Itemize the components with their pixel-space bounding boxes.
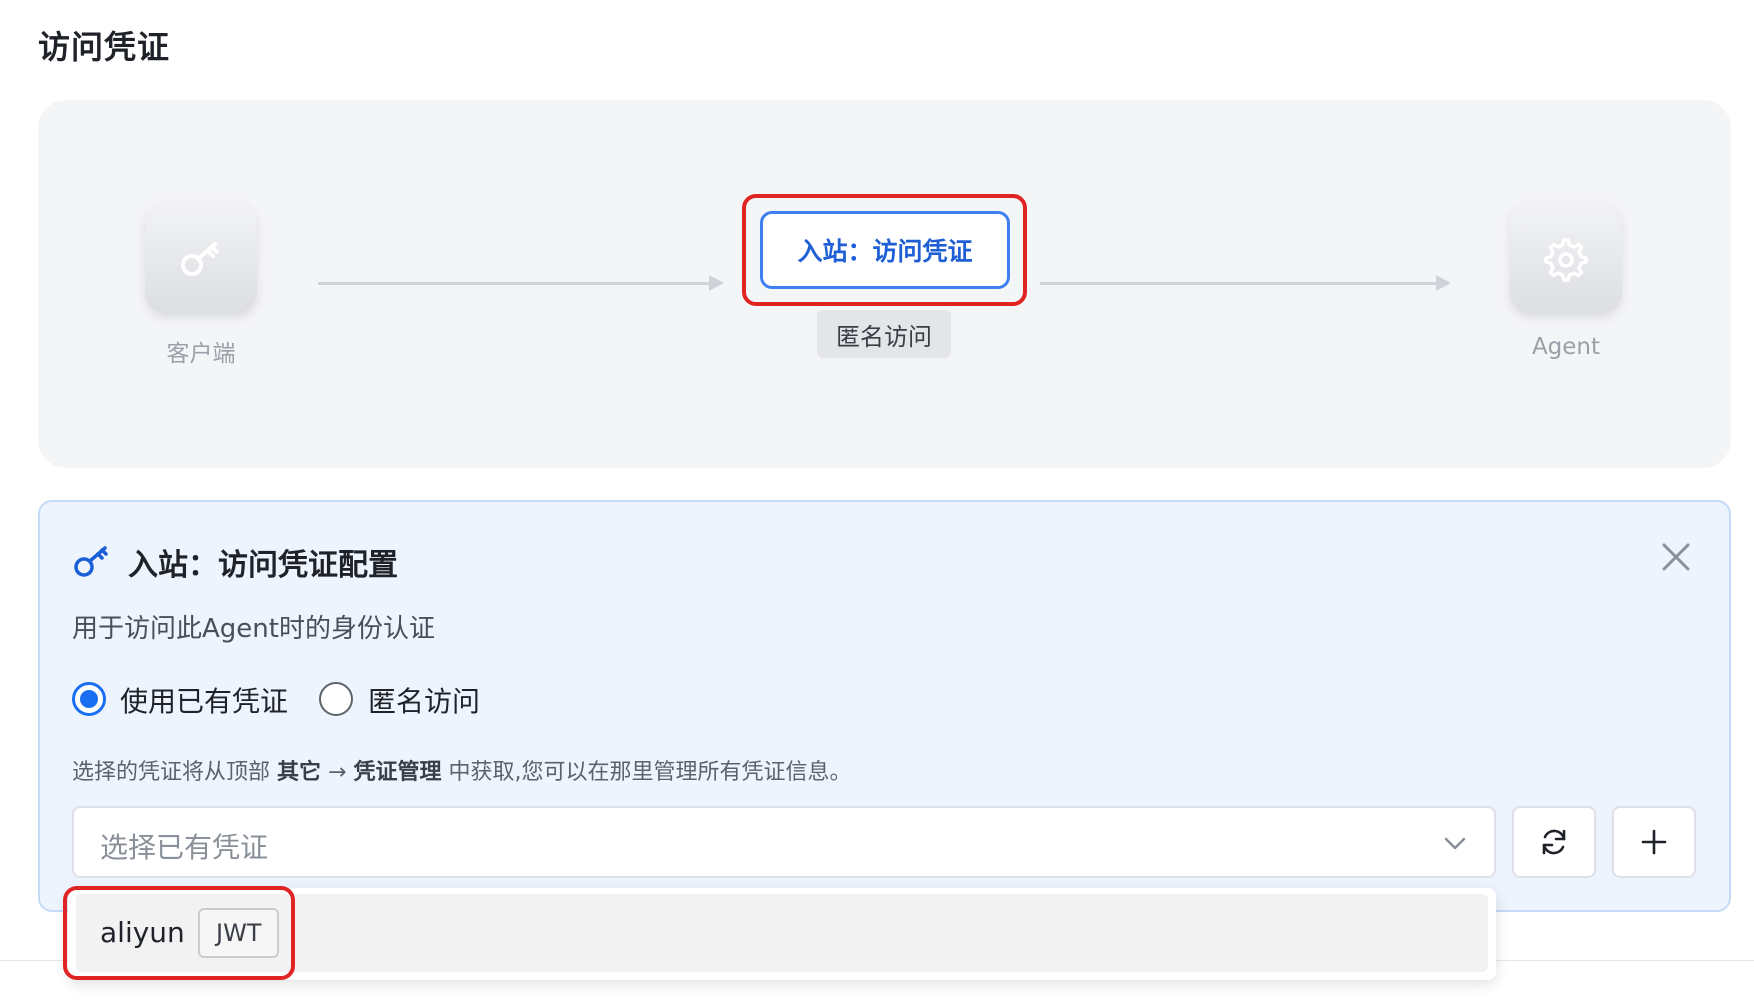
hint-prefix: 选择的凭证将从顶部 (72, 760, 277, 785)
credential-hint: 选择的凭证将从顶部 其它 → 凭证管理 中获取,您可以在那里管理所有凭证信息。 (72, 754, 851, 786)
close-icon[interactable] (1660, 541, 1692, 573)
key-icon (74, 546, 108, 577)
radio-label-use-existing[interactable]: 使用已有凭证 (120, 680, 288, 720)
refresh-button[interactable] (1512, 806, 1596, 878)
chevron-down-icon (1444, 837, 1466, 850)
inbound-credential-node[interactable]: 入站：访问凭证 (760, 211, 1010, 289)
page-title: 访问凭证 (38, 28, 171, 66)
plus-icon (1641, 829, 1667, 855)
gear-icon (1544, 238, 1588, 282)
config-description: 用于访问此Agent时的身份认证 (72, 614, 435, 644)
highlight-frame-option (63, 886, 295, 980)
radio-label-anonymous[interactable]: 匿名访问 (368, 680, 480, 720)
credential-select[interactable]: 选择已有凭证 (72, 806, 1496, 878)
flow-arrow-left (318, 275, 724, 291)
refresh-icon (1542, 829, 1566, 855)
client-node[interactable] (145, 202, 257, 314)
config-title: 入站：访问凭证配置 (128, 548, 398, 583)
anonymous-status-tag: 匿名访问 (817, 310, 951, 358)
hint-suffix: 中获取,您可以在那里管理所有凭证信息。 (441, 760, 852, 785)
agent-node[interactable] (1510, 202, 1622, 314)
key-icon (181, 242, 219, 276)
hint-path-credential-management: 凭证管理 (353, 760, 442, 785)
hint-arrow: → (321, 760, 354, 785)
select-placeholder: 选择已有凭证 (100, 831, 269, 864)
add-credential-button[interactable] (1612, 806, 1696, 878)
agent-label: Agent (1531, 334, 1601, 360)
radio-anonymous[interactable] (319, 682, 353, 716)
radio-use-existing[interactable] (72, 682, 106, 716)
hint-path-other: 其它 (277, 760, 322, 785)
flow-arrow-right (1040, 275, 1451, 291)
client-label: 客户端 (166, 341, 236, 367)
